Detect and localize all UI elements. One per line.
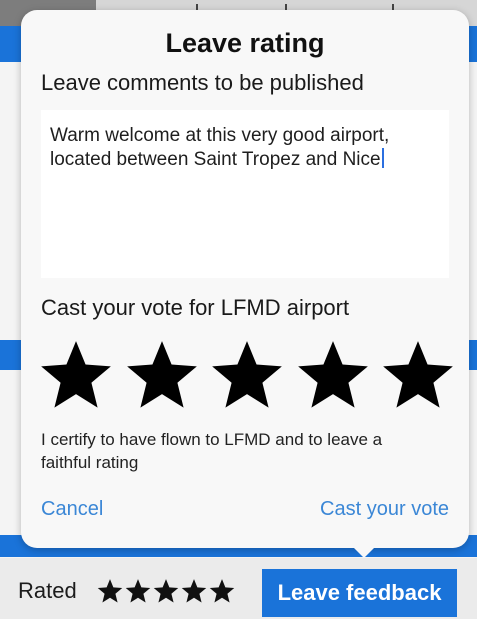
star-button-4[interactable] bbox=[296, 338, 370, 412]
comment-text: Warm welcome at this very good airport, … bbox=[50, 124, 440, 172]
star-icon bbox=[126, 341, 197, 408]
background-accent bbox=[0, 340, 22, 370]
background-accent bbox=[0, 26, 22, 62]
dialog-pointer bbox=[352, 546, 376, 558]
comment-value: Warm welcome at this very good airport, … bbox=[50, 125, 395, 170]
star-button-2[interactable] bbox=[125, 338, 199, 412]
star-rating bbox=[39, 338, 455, 412]
rated-label: Rated bbox=[18, 578, 77, 603]
star-icon bbox=[383, 341, 453, 408]
comment-textarea[interactable]: Warm welcome at this very good airport, … bbox=[41, 110, 449, 278]
text-caret bbox=[381, 148, 384, 168]
star-icon bbox=[209, 579, 235, 603]
star-icon bbox=[212, 341, 282, 408]
rating-dialog: Leave rating Leave comments to be publis… bbox=[21, 10, 469, 548]
star-icon bbox=[297, 341, 368, 408]
cast-vote-button[interactable]: Cast your vote bbox=[320, 498, 449, 521]
leave-feedback-button[interactable]: Leave feedback bbox=[262, 569, 457, 617]
star-button-5[interactable] bbox=[381, 338, 455, 412]
star-icon bbox=[125, 579, 151, 603]
star-button-1[interactable] bbox=[39, 338, 113, 412]
comments-label: Leave comments to be published bbox=[41, 70, 364, 95]
dialog-title: Leave rating bbox=[165, 28, 325, 58]
star-icon bbox=[41, 341, 111, 408]
vote-label: Cast your vote for LFMD airport bbox=[41, 295, 350, 320]
rated-stars bbox=[97, 578, 235, 604]
cancel-button[interactable]: Cancel bbox=[41, 498, 103, 521]
star-icon bbox=[153, 579, 179, 603]
star-icon bbox=[97, 579, 123, 603]
star-icon bbox=[181, 579, 207, 603]
certify-text: I certify to have flown to LFMD and to l… bbox=[41, 430, 383, 472]
star-button-3[interactable] bbox=[210, 338, 284, 412]
